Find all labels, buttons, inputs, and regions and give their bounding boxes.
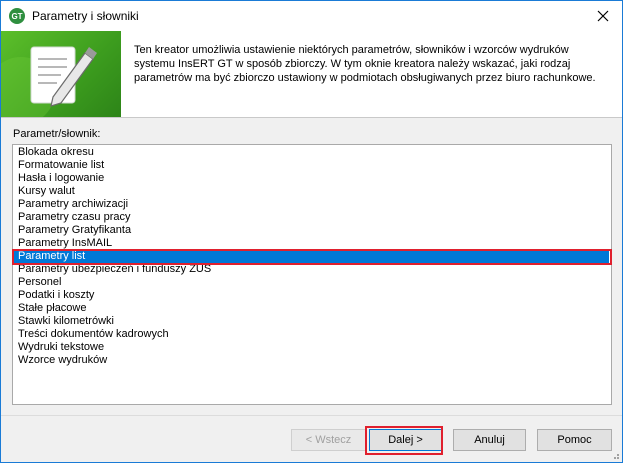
wizard-window: GT Parametry i słowniki Ten kreator umoż… xyxy=(0,0,623,463)
help-button[interactable]: Pomoc xyxy=(537,429,612,451)
list-item[interactable]: Treści dokumentów kadrowych xyxy=(14,328,609,341)
window-title: Parametry i słowniki xyxy=(32,9,139,23)
close-icon xyxy=(597,10,609,22)
selection-highlight-frame xyxy=(12,249,612,265)
list-item[interactable]: Personel xyxy=(14,276,609,289)
title-bar[interactable]: GT Parametry i słowniki xyxy=(1,1,622,31)
close-button[interactable] xyxy=(588,4,618,28)
list-item[interactable]: Formatowanie list xyxy=(14,159,609,172)
cancel-button[interactable]: Anuluj xyxy=(453,429,526,451)
list-item[interactable]: Parametry archiwizacji xyxy=(14,198,609,211)
list-item[interactable]: Wydruki tekstowe xyxy=(14,341,609,354)
wizard-banner xyxy=(1,31,121,117)
footer-separator xyxy=(1,415,622,416)
list-item[interactable]: Stawki kilometrówki xyxy=(14,315,609,328)
next-highlight-frame xyxy=(365,426,443,455)
list-item[interactable]: Kursy walut xyxy=(14,185,609,198)
list-item[interactable]: Blokada okresu xyxy=(14,146,609,159)
list-item[interactable]: Stałe płacowe xyxy=(14,302,609,315)
wizard-header: Ten kreator umożliwia ustawienie niektór… xyxy=(1,31,622,118)
back-button[interactable]: < Wstecz xyxy=(291,429,366,451)
list-label: Parametr/słownik: xyxy=(13,128,101,140)
list-item[interactable]: Podatki i koszty xyxy=(14,289,609,302)
resize-grip-icon[interactable] xyxy=(610,450,620,460)
list-item[interactable]: Parametry czasu pracy xyxy=(14,211,609,224)
settings-edit-icon xyxy=(1,46,97,117)
list-item[interactable]: Wzorce wydruków xyxy=(14,354,609,367)
parameter-listbox[interactable]: Blokada okresu Formatowanie list Hasła i l… xyxy=(12,144,612,405)
list-item[interactable]: Parametry Gratyfikanta xyxy=(14,224,609,237)
wizard-description: Ten kreator umożliwia ustawienie niektór… xyxy=(134,44,596,84)
list-item[interactable]: Hasła i logowanie xyxy=(14,172,609,185)
insert-gt-app-icon: GT xyxy=(9,8,25,24)
